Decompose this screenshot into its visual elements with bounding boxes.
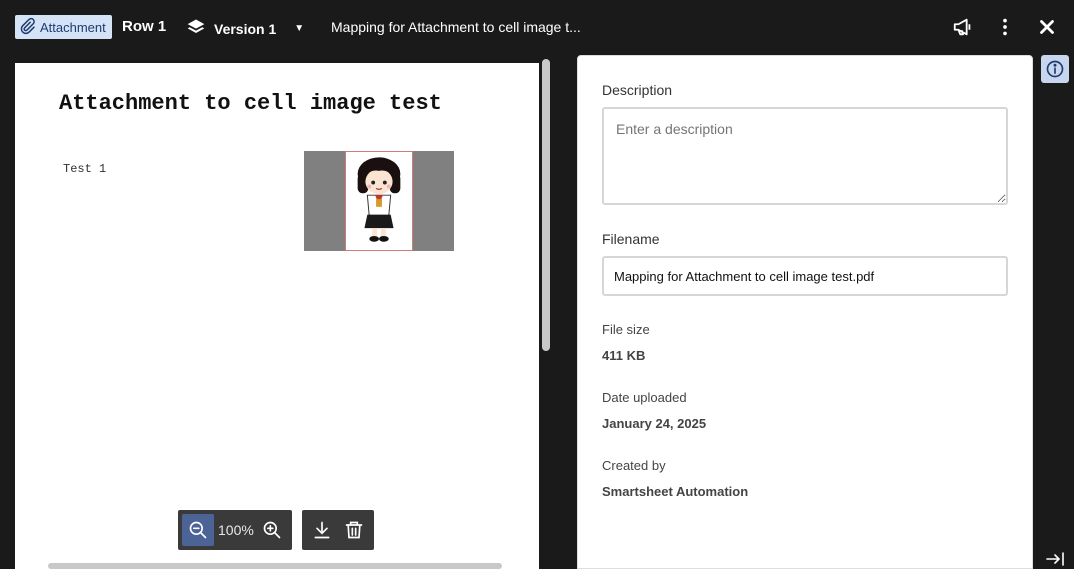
created-by-label: Created by — [602, 458, 666, 473]
collapse-panel-icon — [1046, 552, 1064, 566]
zoom-toolbar: 100% — [178, 510, 292, 550]
zoom-in-icon — [263, 521, 281, 539]
download-icon — [314, 521, 330, 539]
attachment-badge: Attachment — [15, 15, 112, 39]
cell-image — [304, 151, 454, 251]
megaphone-icon[interactable] — [952, 15, 974, 39]
zoom-level: 100% — [218, 522, 254, 538]
row-title: Row 1 — [122, 18, 167, 35]
collapse-panel-button[interactable] — [1044, 550, 1066, 568]
badge-label: Attachment — [40, 19, 106, 35]
page-title: Attachment to cell image test — [59, 91, 442, 116]
info-button[interactable] — [1041, 55, 1069, 83]
document-title: Mapping for Attachment to cell image t..… — [331, 19, 581, 35]
filename-label: Filename — [602, 231, 660, 247]
zoom-in-button[interactable] — [256, 514, 288, 546]
document-viewer[interactable]: Attachment to cell image test Test 1 100… — [15, 55, 553, 569]
delete-button[interactable] — [344, 519, 364, 541]
vertical-scrollbar[interactable] — [542, 59, 550, 351]
filename-field[interactable] — [602, 256, 1008, 296]
version-label: Version 1 — [214, 20, 277, 37]
layers-icon — [186, 17, 206, 40]
chevron-down-icon: ▼ — [294, 23, 305, 34]
date-uploaded-value: January 24, 2025 — [602, 416, 707, 431]
info-icon — [1046, 60, 1064, 78]
download-button[interactable] — [312, 519, 332, 541]
zoom-out-icon — [189, 521, 207, 539]
file-actions-toolbar — [302, 510, 374, 550]
character-illustration — [345, 151, 413, 251]
trash-icon — [345, 521, 363, 539]
date-uploaded-label: Date uploaded — [602, 390, 687, 405]
more-vertical-icon[interactable] — [994, 15, 1016, 39]
cell-text: Test 1 — [63, 162, 107, 176]
top-bar: Attachment Row 1 Version 1 ▼ Mapping for… — [0, 0, 1074, 55]
paperclip-icon — [19, 17, 37, 38]
description-field[interactable] — [602, 107, 1008, 205]
zoom-out-button[interactable] — [182, 514, 214, 546]
created-by-value: Smartsheet Automation — [602, 484, 749, 499]
details-panel: Description Filename File size 411 KB Da… — [577, 55, 1033, 569]
file-size-value: 411 KB — [602, 348, 646, 363]
close-icon[interactable] — [1036, 15, 1058, 39]
version-dropdown[interactable]: Version 1 ▼ — [186, 17, 304, 40]
file-size-label: File size — [602, 322, 650, 337]
horizontal-scrollbar[interactable] — [48, 563, 502, 569]
description-label: Description — [602, 82, 673, 98]
document-page: Attachment to cell image test Test 1 — [15, 63, 539, 569]
